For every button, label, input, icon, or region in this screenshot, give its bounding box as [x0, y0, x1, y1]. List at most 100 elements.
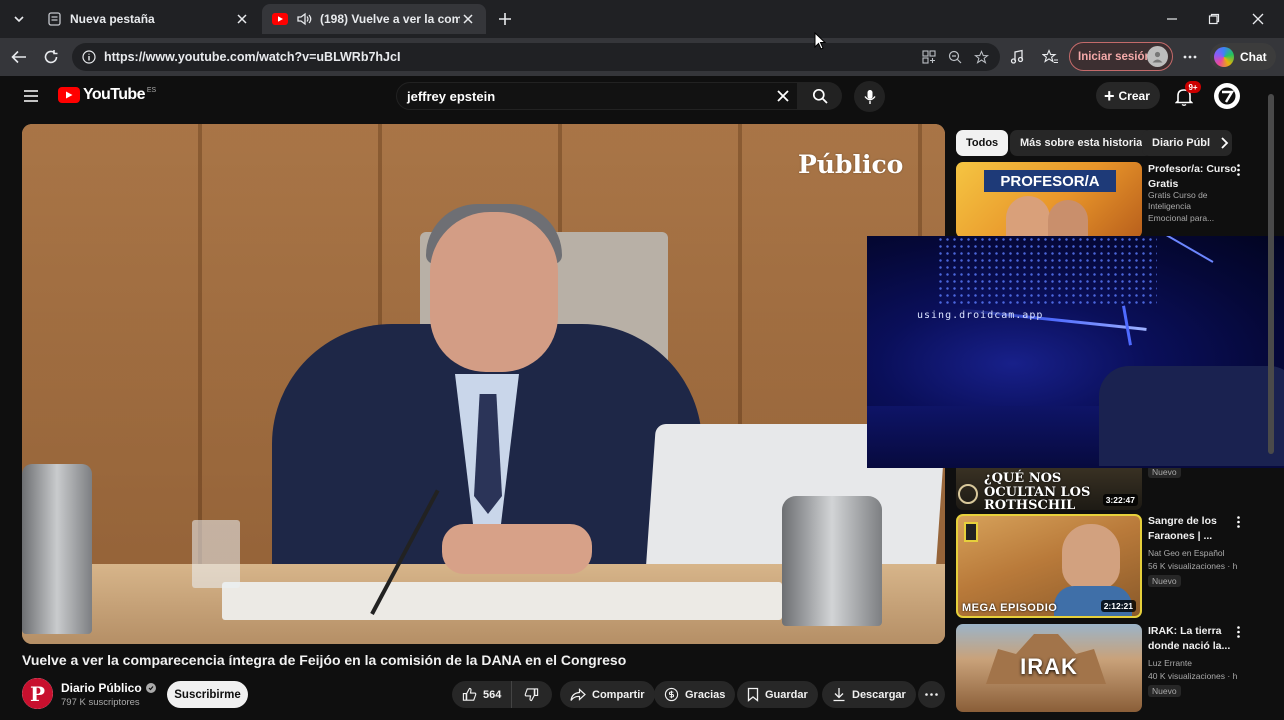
search-icon	[812, 88, 828, 104]
ad-description: Gratis Curso de Inteligencia Emocional p…	[1148, 190, 1215, 223]
more-actions-button[interactable]	[918, 681, 945, 708]
thumbs-down-icon	[524, 688, 539, 702]
microphone-icon	[863, 89, 876, 104]
youtube-logo[interactable]: YouTube ES	[58, 86, 156, 104]
star-icon[interactable]	[972, 48, 990, 66]
youtube-play-icon	[58, 87, 80, 103]
youtube-favicon-icon	[272, 11, 288, 27]
like-button[interactable]: 564	[452, 681, 513, 708]
channel-name: Luz Errante	[1148, 658, 1192, 668]
view-count: 56 K visualizaciones · h	[1148, 561, 1238, 571]
chevron-down-icon	[14, 16, 24, 23]
video-player[interactable]: Público	[22, 124, 945, 644]
thumb-text: MEGA EPISODIO	[962, 602, 1058, 614]
sponsored-item[interactable]: PROFESOR/A Profesor/a: Curso Gratis Grat…	[956, 162, 1256, 242]
new-tab-button[interactable]	[494, 8, 516, 30]
share-icon	[570, 687, 586, 702]
tab-youtube-video[interactable]: (198) Vuelve a ver la comparec	[262, 4, 486, 34]
country-code: ES	[146, 86, 157, 94]
channel-avatar[interactable]: P	[22, 678, 53, 709]
channel-watermark: Público	[798, 150, 904, 179]
plus-icon: +	[1104, 85, 1115, 106]
video-title: Sangre de los Faraones | ...	[1148, 515, 1217, 543]
save-button[interactable]: Guardar	[737, 681, 818, 708]
video-duration: 3:22:47	[1102, 494, 1138, 506]
clear-search-icon[interactable]	[772, 85, 794, 107]
dislike-button[interactable]	[512, 681, 550, 708]
chip-all[interactable]: Todos	[956, 130, 1009, 156]
back-button[interactable]	[6, 44, 32, 70]
url-text: https://www.youtube.com/watch?v=uBLWRb7h…	[104, 50, 401, 64]
copilot-chat-button[interactable]: Chat	[1210, 43, 1276, 70]
close-window-button[interactable]	[1238, 6, 1278, 32]
overlay-caption: using.droidcam.app	[917, 310, 1044, 321]
item-menu-icon[interactable]	[1232, 624, 1244, 640]
create-label: Crear	[1118, 88, 1150, 103]
ad-thumb-text: PROFESOR/A	[984, 170, 1116, 192]
list-item[interactable]: IRAK IRAK: La tierra donde nació la... L…	[956, 624, 1256, 712]
chevron-right-icon[interactable]	[1214, 133, 1234, 153]
view-count: 40 K visualizaciones · h	[1148, 671, 1238, 681]
account-avatar[interactable]	[1214, 83, 1240, 109]
youtube-wordmark: YouTube	[83, 86, 145, 103]
super-thanks-icon	[664, 687, 679, 702]
video-thumbnail: MEGA EPISODIO 2:12:21	[956, 514, 1142, 618]
thanks-button[interactable]: Gracias	[654, 681, 736, 708]
chat-label: Chat	[1240, 49, 1267, 64]
scrollbar-thumb[interactable]	[1268, 94, 1274, 454]
zoom-icon[interactable]	[946, 48, 964, 66]
address-bar[interactable]: https://www.youtube.com/watch?v=uBLWRb7h…	[72, 43, 1000, 71]
item-menu-icon[interactable]	[1232, 162, 1244, 178]
create-button[interactable]: + Crear	[1096, 82, 1160, 109]
page-icon	[46, 11, 62, 27]
video-title: IRAK: La tierra donde nació la...	[1148, 625, 1231, 653]
media-control-icon[interactable]	[1006, 46, 1028, 68]
like-dislike-group: 564	[452, 681, 552, 708]
menu-icon[interactable]	[20, 85, 42, 107]
arrow-left-icon	[11, 50, 26, 64]
speaker-icon[interactable]	[296, 11, 312, 27]
browser-tab-bar: Nueva pestaña (198) Vuelve a ver la comp…	[0, 0, 1284, 38]
voice-search-button[interactable]	[854, 81, 885, 112]
tab-new-tab[interactable]: Nueva pestaña	[36, 4, 260, 34]
close-tab-icon[interactable]	[234, 11, 250, 27]
channel-logo-icon: P	[22, 678, 53, 709]
channel-name: Nat Geo en Español	[1148, 548, 1225, 558]
notification-badge: 9+	[1185, 81, 1201, 93]
channel-name[interactable]: Diario Público	[61, 681, 156, 695]
browser-toolbar: https://www.youtube.com/watch?v=uBLWRb7h…	[0, 38, 1284, 76]
video-duration: 2:12:21	[1100, 600, 1136, 612]
more-horizontal-icon	[925, 693, 938, 696]
subscribe-button[interactable]: Suscribirme	[167, 681, 248, 708]
bookmark-icon	[747, 687, 759, 702]
minimize-button[interactable]	[1152, 6, 1192, 32]
share-button[interactable]: Compartir	[560, 681, 655, 708]
item-menu-icon[interactable]	[1232, 514, 1244, 530]
more-options-icon[interactable]	[1179, 46, 1201, 68]
sign-in-button[interactable]: Iniciar sesión	[1069, 42, 1173, 71]
download-icon	[832, 687, 846, 702]
search-button[interactable]	[798, 82, 842, 110]
download-button[interactable]: Descargar	[822, 681, 916, 708]
page-scrollbar[interactable]	[1266, 80, 1276, 710]
ad-thumbnail: PROFESOR/A	[956, 162, 1142, 238]
reload-button[interactable]	[38, 44, 64, 70]
search-input[interactable]: jeffrey epstein	[396, 82, 798, 110]
tab-title: Nueva pestaña	[70, 12, 155, 26]
list-item[interactable]: ¿QUÉ NOS OCULTAN LOS ROTHSCHIL 3:22:47 N…	[956, 466, 1256, 510]
favorites-icon[interactable]	[1039, 46, 1061, 68]
chip-more-story[interactable]: Más sobre esta historia	[1010, 130, 1153, 156]
tab-title: (198) Vuelve a ver la comparec	[320, 12, 460, 26]
video-thumbnail: ¿QUÉ NOS OCULTAN LOS ROTHSCHIL 3:22:47	[956, 466, 1142, 510]
natgeo-logo-icon	[964, 522, 978, 542]
notifications-button[interactable]: 9+	[1172, 81, 1201, 108]
site-info-icon[interactable]	[82, 50, 96, 64]
new-badge: Nuevo	[1148, 685, 1181, 697]
close-tab-icon[interactable]	[460, 11, 476, 27]
restore-button[interactable]	[1194, 6, 1234, 32]
apps-icon[interactable]	[920, 48, 938, 66]
list-item[interactable]: MEGA EPISODIO 2:12:21 Sangre de los Fara…	[956, 514, 1256, 618]
tab-list-button[interactable]	[6, 6, 32, 32]
filter-chips: Todos Más sobre esta historia Diario Púb…	[956, 130, 1232, 156]
video-thumbnail: IRAK	[956, 624, 1142, 712]
